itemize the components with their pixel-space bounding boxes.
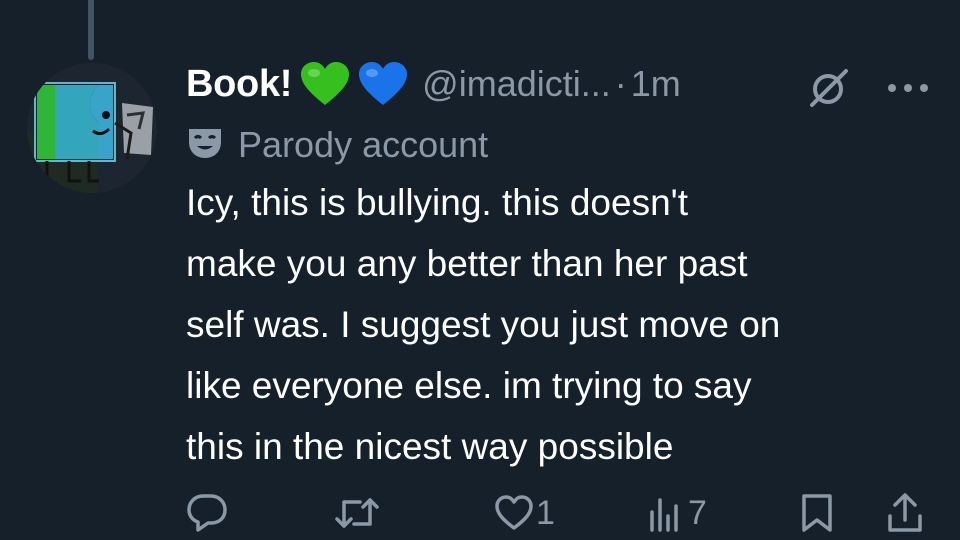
action-bar: 1 7 [186, 488, 936, 538]
tweet-header: Book! @imadicti... · 1m [186, 52, 946, 116]
share-icon [886, 492, 924, 534]
reply-icon [186, 492, 228, 534]
parody-label-text: Parody account [238, 124, 489, 165]
bookmark-button[interactable] [800, 488, 834, 538]
tweet-text-line: this in the nicest way possible [186, 426, 674, 467]
timestamp[interactable]: 1m [631, 63, 681, 105]
share-button[interactable] [886, 488, 924, 538]
thread-connector-line [88, 0, 94, 60]
bookmark-icon [800, 492, 834, 534]
avatar[interactable] [27, 63, 157, 193]
parody-label: Parody account [186, 120, 488, 170]
heart-icon [494, 494, 534, 532]
separator-dot: · [614, 63, 627, 104]
more-icon[interactable] [886, 68, 930, 108]
tweet-text-line: like everyone else. im trying to say [186, 365, 752, 406]
green-heart-emoji [300, 61, 350, 107]
tweet-text: Icy, this is bullying. this doesn't make… [186, 172, 926, 477]
like-button[interactable]: 1 [494, 488, 555, 538]
like-count: 1 [536, 493, 555, 532]
views-count: 7 [688, 493, 707, 532]
author-name[interactable]: Book! [186, 63, 292, 106]
tweet-text-line: self was. I suggest you just move on [186, 304, 781, 345]
tweet-text-line: Icy, this is bullying. this doesn't [186, 182, 688, 223]
views-button[interactable]: 7 [648, 488, 707, 538]
retweet-button[interactable] [334, 488, 386, 538]
grok-icon[interactable] [806, 65, 852, 111]
retweet-icon [334, 492, 380, 534]
analytics-icon [648, 494, 682, 532]
author-handle[interactable]: @imadicti... [422, 63, 611, 105]
tweet-text-line: make you any better than her past [186, 243, 748, 284]
reply-button[interactable] [186, 488, 234, 538]
theater-mask-icon [186, 126, 224, 165]
avatar-image [27, 63, 157, 193]
blue-heart-emoji [358, 61, 408, 107]
